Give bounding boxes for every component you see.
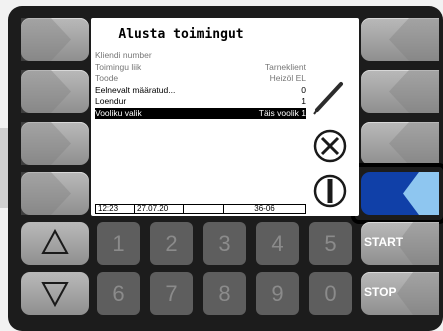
key-1[interactable]: 1 <box>97 222 140 265</box>
arrow-up-key[interactable] <box>21 222 89 265</box>
triangle-up-icon <box>41 228 69 254</box>
row-value: Heizöl EL <box>269 73 306 83</box>
triangle-down-icon <box>41 282 69 308</box>
status-bar: 12:23 27.07.20 36-06 <box>95 204 306 214</box>
row-hose-selection[interactable]: Vooliku valik Täis voolik 1 <box>95 107 306 119</box>
cancel-icon[interactable] <box>313 129 347 163</box>
pencil-icon[interactable] <box>311 76 347 116</box>
confirm-icon[interactable] <box>313 174 347 208</box>
row-preset[interactable]: Eelnevalt määratud... 0 <box>95 85 306 97</box>
row-label: Vooliku valik <box>95 107 142 118</box>
key-4[interactable]: 4 <box>256 222 299 265</box>
soft-key-left-3[interactable] <box>21 122 89 165</box>
row-operation-type[interactable]: Toimingu liik Tarneklient <box>95 62 306 74</box>
row-value: Tarneklient <box>264 61 306 72</box>
row-label: Kliendi number <box>95 50 152 60</box>
row-label: Toode <box>95 73 119 83</box>
row-label: Toimingu liik <box>95 61 142 72</box>
key-notch-icon <box>389 18 439 61</box>
row-label: Loendur <box>95 96 127 106</box>
arrow-down-key[interactable] <box>21 272 89 315</box>
display-screen: Alusta toimingut Kliendi number Toimingu… <box>91 18 359 216</box>
status-date: 27.07.20 <box>135 205 184 213</box>
status-empty <box>184 205 224 213</box>
row-value: 1 <box>301 96 306 106</box>
key-0[interactable]: 0 <box>309 272 352 315</box>
status-time: 12:23 <box>96 205 135 213</box>
soft-key-left-4[interactable] <box>21 172 89 215</box>
key-3[interactable]: 3 <box>203 222 246 265</box>
key-notch-icon <box>21 172 71 215</box>
start-label: START <box>364 235 404 249</box>
row-product[interactable]: Toode Heizöl EL <box>95 73 306 85</box>
row-value: 0 <box>301 84 306 95</box>
key-5[interactable]: 5 <box>309 222 352 265</box>
key-notch-icon <box>389 122 439 165</box>
soft-key-right-2[interactable] <box>361 70 439 113</box>
soft-key-right-1[interactable] <box>361 18 439 61</box>
field-list: Kliendi number Toimingu liik Tarneklient… <box>95 50 306 119</box>
key-notch-icon <box>389 70 439 113</box>
key-notch-icon <box>21 70 71 113</box>
key-7[interactable]: 7 <box>150 272 193 315</box>
stop-label: STOP <box>364 285 397 299</box>
key-notch-icon <box>21 122 71 165</box>
row-value: Täis voolik 1 <box>258 107 306 118</box>
key-2[interactable]: 2 <box>150 222 193 265</box>
row-client-number[interactable]: Kliendi number <box>95 50 306 62</box>
status-code: 36-06 <box>254 204 275 213</box>
key-6[interactable]: 6 <box>97 272 140 315</box>
soft-key-left-2[interactable] <box>21 70 89 113</box>
row-label: Eelnevalt määratud... <box>95 84 176 95</box>
stop-button[interactable]: STOP <box>361 272 439 315</box>
screen-title: Alusta toimingut <box>118 27 244 42</box>
key-9[interactable]: 9 <box>256 272 299 315</box>
soft-key-right-3[interactable] <box>361 122 439 165</box>
row-counter[interactable]: Loendur 1 <box>95 96 306 108</box>
key-8[interactable]: 8 <box>203 272 246 315</box>
key-notch-icon <box>21 18 71 61</box>
start-button[interactable]: START <box>361 222 439 265</box>
soft-key-left-1[interactable] <box>21 18 89 61</box>
selection-frame <box>351 163 443 224</box>
